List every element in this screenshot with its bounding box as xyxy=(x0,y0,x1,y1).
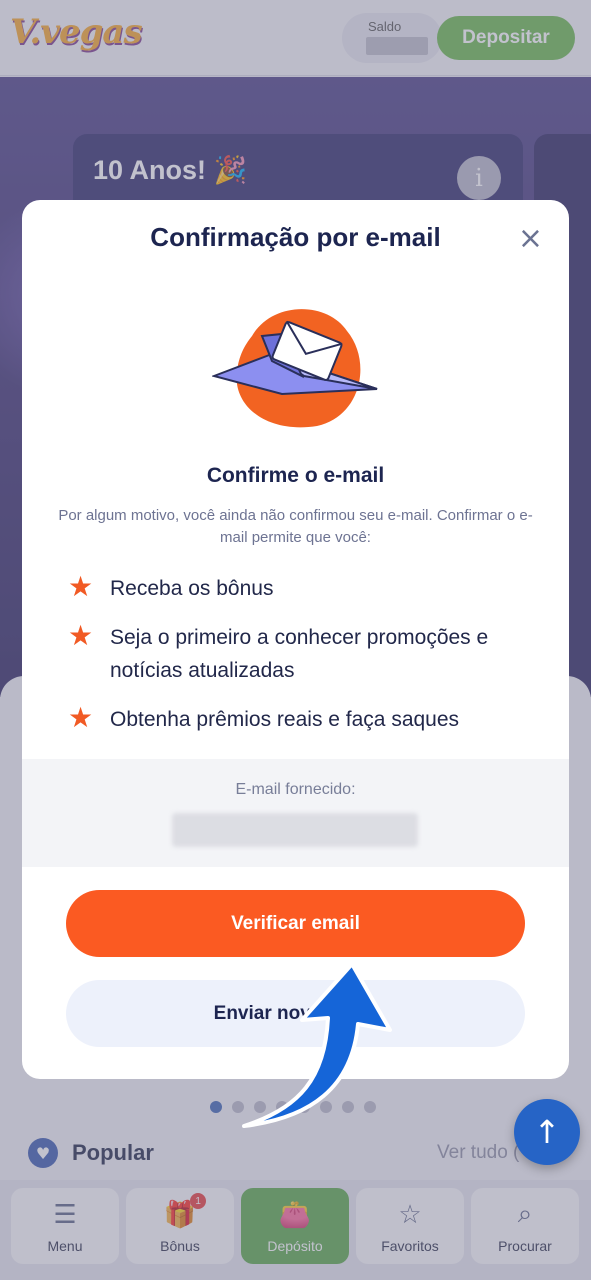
dialog-title: Confirmação por e-mail xyxy=(150,222,441,252)
benefits-list: ★ Receba os bônus ★ Seja o primeiro a co… xyxy=(68,572,538,752)
verify-email-button[interactable]: Verificar email xyxy=(66,890,525,957)
paper-plane-envelope-illustration xyxy=(212,309,378,428)
dialog-description: Por algum motivo, você ainda não confirm… xyxy=(58,507,533,546)
list-item: ★ Obtenha prêmios reais e faça saques xyxy=(68,703,538,736)
provided-email-box: E-mail fornecido: xyxy=(22,759,569,867)
pointer-arrow-icon xyxy=(242,962,392,1128)
benefit-text: Obtenha prêmios reais e faça saques xyxy=(110,708,460,731)
scroll-to-top-button[interactable]: ↑ xyxy=(514,1099,580,1165)
email-confirmation-dialog: Confirmação por e-mail × Confirme o e-ma… xyxy=(22,200,569,1079)
benefit-text: Seja o primeiro a conhecer promoções e n… xyxy=(110,626,489,682)
star-icon: ★ xyxy=(68,701,94,734)
list-item: ★ Receba os bônus xyxy=(68,572,538,605)
list-item: ★ Seja o primeiro a conhecer promoções e… xyxy=(68,621,538,687)
dialog-subtitle: Confirme o e-mail xyxy=(206,464,385,487)
star-icon: ★ xyxy=(68,570,94,603)
email-value-blurred xyxy=(172,813,418,847)
close-icon[interactable]: × xyxy=(518,224,543,254)
benefit-text: Receba os bônus xyxy=(110,577,274,600)
star-icon: ★ xyxy=(68,619,94,652)
email-label: E-mail fornecido: xyxy=(235,781,356,798)
